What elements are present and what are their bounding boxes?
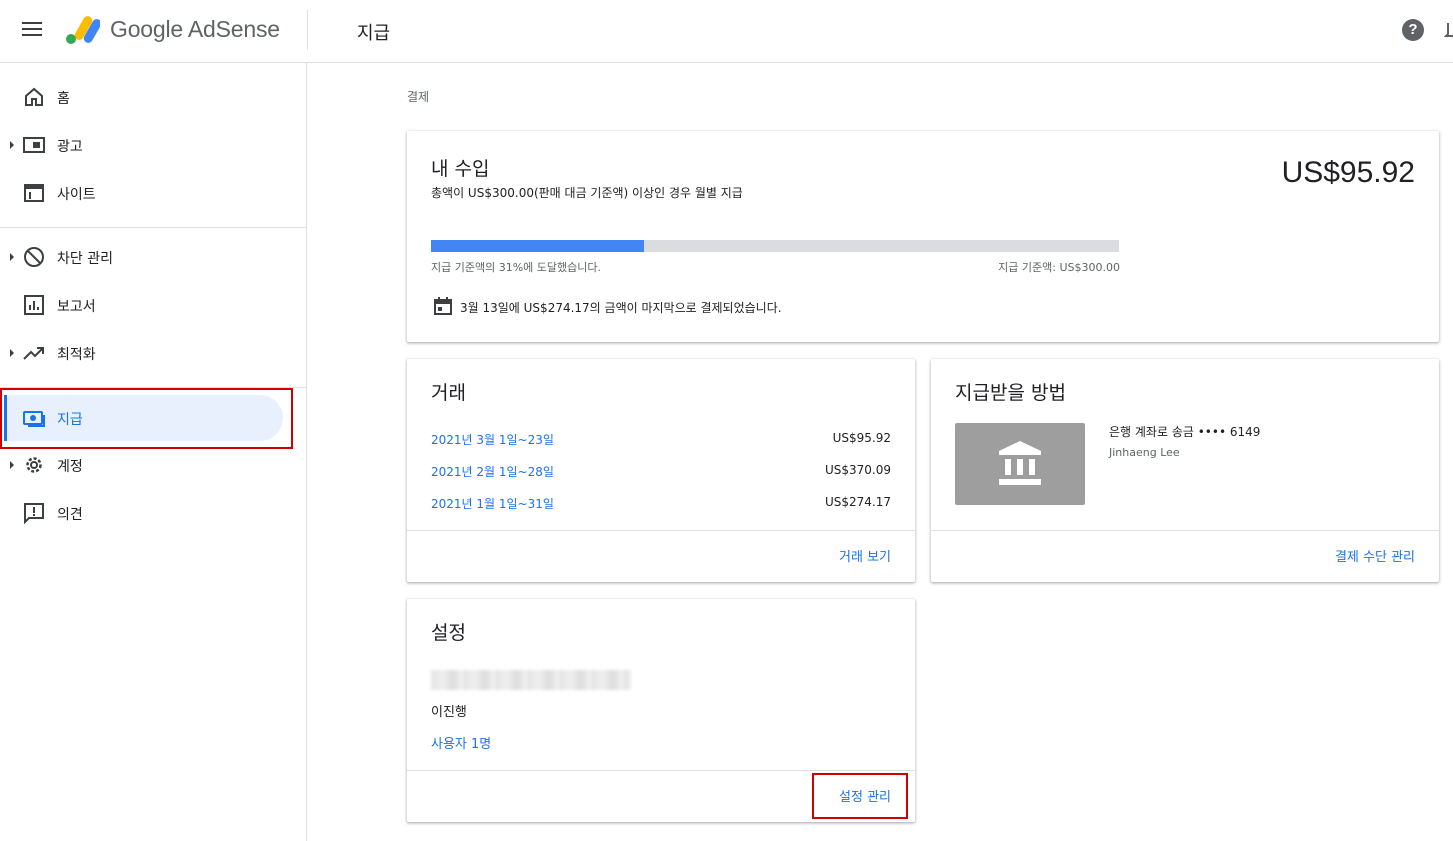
expand-caret-icon (10, 461, 14, 469)
notifications-icon[interactable] (1444, 20, 1453, 40)
transactions-card: 거래 2021년 3월 1일~23일 US$95.92 2021년 2월 1일~… (407, 359, 915, 582)
earnings-title: 내 수입 (431, 158, 490, 180)
sidebar-item-label: 보고서 (57, 299, 96, 315)
transactions-title: 거래 (431, 382, 466, 404)
brand-name: Google AdSense (110, 16, 280, 42)
bank-icon (999, 441, 1041, 485)
sidebar-item-ads[interactable]: 광고 (0, 123, 290, 167)
card-divider (931, 530, 1439, 531)
expand-caret-icon (10, 141, 14, 149)
transaction-amount: US$370.09 (824, 463, 891, 477)
page-title: 지급 (357, 23, 391, 44)
card-divider (407, 770, 915, 771)
earnings-subtitle: 총액이 US$300.00(판매 대금 기준액) 이상인 경우 월별 지급 (431, 186, 743, 200)
expand-caret-icon (10, 349, 14, 357)
sidebar-item-label: 차단 관리 (57, 251, 113, 267)
ads-icon (23, 137, 45, 153)
progress-fill (431, 240, 645, 252)
sidebar-item-sites[interactable]: 사이트 (0, 171, 290, 215)
highlight-box-payments (0, 388, 293, 449)
manage-payment-methods-link[interactable]: 결제 수단 관리 (1335, 546, 1415, 565)
sidebar-divider (0, 227, 307, 228)
sidebar-item-label: 광고 (57, 139, 83, 155)
sidebar-item-home[interactable]: 홈 (0, 75, 290, 119)
card-divider (407, 530, 915, 531)
redacted-text (431, 670, 631, 690)
transaction-amount: US$95.92 (832, 431, 891, 445)
sidebar-item-label: 사이트 (57, 187, 96, 203)
earnings-amount: US$95.92 (1281, 156, 1415, 189)
threshold-label: 지급 기준액: US$300.00 (998, 261, 1120, 274)
sidebar-item-block[interactable]: 차단 관리 (0, 235, 290, 279)
payment-method-card: 지급받을 방법 은행 계좌로 송금 •••• 6149 Jinhaeng Lee… (931, 359, 1439, 582)
reports-icon (24, 295, 44, 315)
sidebar-item-label: 계정 (57, 459, 83, 475)
table-row: 2021년 1월 1일~31일 US$274.17 (431, 495, 891, 515)
bank-account-text: 은행 계좌로 송금 •••• 6149 (1109, 425, 1261, 439)
payment-threshold-progress (431, 240, 1119, 252)
sites-icon (24, 184, 44, 202)
top-app-bar: Google AdSense 지급 ? (0, 0, 1453, 63)
help-icon[interactable]: ? (1402, 19, 1424, 41)
users-link[interactable]: 사용자 1명 (431, 733, 491, 752)
last-payment-text: 3월 13일에 US$274.17의 금액이 마지막으로 결제되었습니다. (460, 301, 782, 315)
block-icon (24, 247, 44, 267)
sidebar-item-label: 홈 (57, 91, 70, 107)
earnings-card: 내 수입 총액이 US$300.00(판매 대금 기준액) 이상인 경우 월별 … (407, 131, 1439, 342)
sidebar-item-optimization[interactable]: 최적화 (0, 331, 290, 375)
header-divider (307, 10, 308, 50)
adsense-logo-icon (66, 16, 100, 44)
account-holder-name: Jinhaeng Lee (1109, 446, 1180, 459)
expand-caret-icon (10, 253, 14, 261)
transaction-period-link[interactable]: 2021년 1월 1일~31일 (431, 495, 554, 512)
sidebar-item-reports[interactable]: 보고서 (0, 283, 290, 327)
feedback-icon (24, 503, 44, 525)
settings-title: 설정 (431, 622, 466, 644)
calendar-icon (434, 297, 452, 315)
trending-up-icon (23, 347, 44, 360)
payment-method-title: 지급받을 방법 (955, 382, 1066, 404)
breadcrumb: 결제 (407, 90, 430, 104)
sidebar-item-label: 의견 (57, 507, 83, 523)
transaction-period-link[interactable]: 2021년 3월 1일~23일 (431, 431, 554, 448)
sidebar-item-label: 최적화 (57, 347, 96, 363)
progress-percent-label: 지급 기준액의 31%에 도달했습니다. (431, 261, 601, 274)
view-transactions-link[interactable]: 거래 보기 (839, 546, 891, 565)
highlight-box-manage-settings (812, 773, 908, 819)
transaction-amount: US$274.17 (824, 495, 891, 509)
table-row: 2021년 2월 1일~28일 US$370.09 (431, 463, 891, 483)
gear-icon (26, 457, 42, 473)
payee-name: 이진행 (431, 705, 467, 720)
sidebar-item-account[interactable]: 계정 (0, 443, 290, 487)
sidebar: 홈 광고 사이트 차단 관리 보고서 최적화 지급 계정 의견 (0, 63, 307, 841)
sidebar-item-feedback[interactable]: 의견 (0, 491, 290, 535)
home-icon (25, 87, 43, 106)
main-menu-icon[interactable] (22, 22, 46, 40)
bank-image (955, 423, 1085, 505)
table-row: 2021년 3월 1일~23일 US$95.92 (431, 431, 891, 451)
transaction-period-link[interactable]: 2021년 2월 1일~28일 (431, 463, 554, 480)
